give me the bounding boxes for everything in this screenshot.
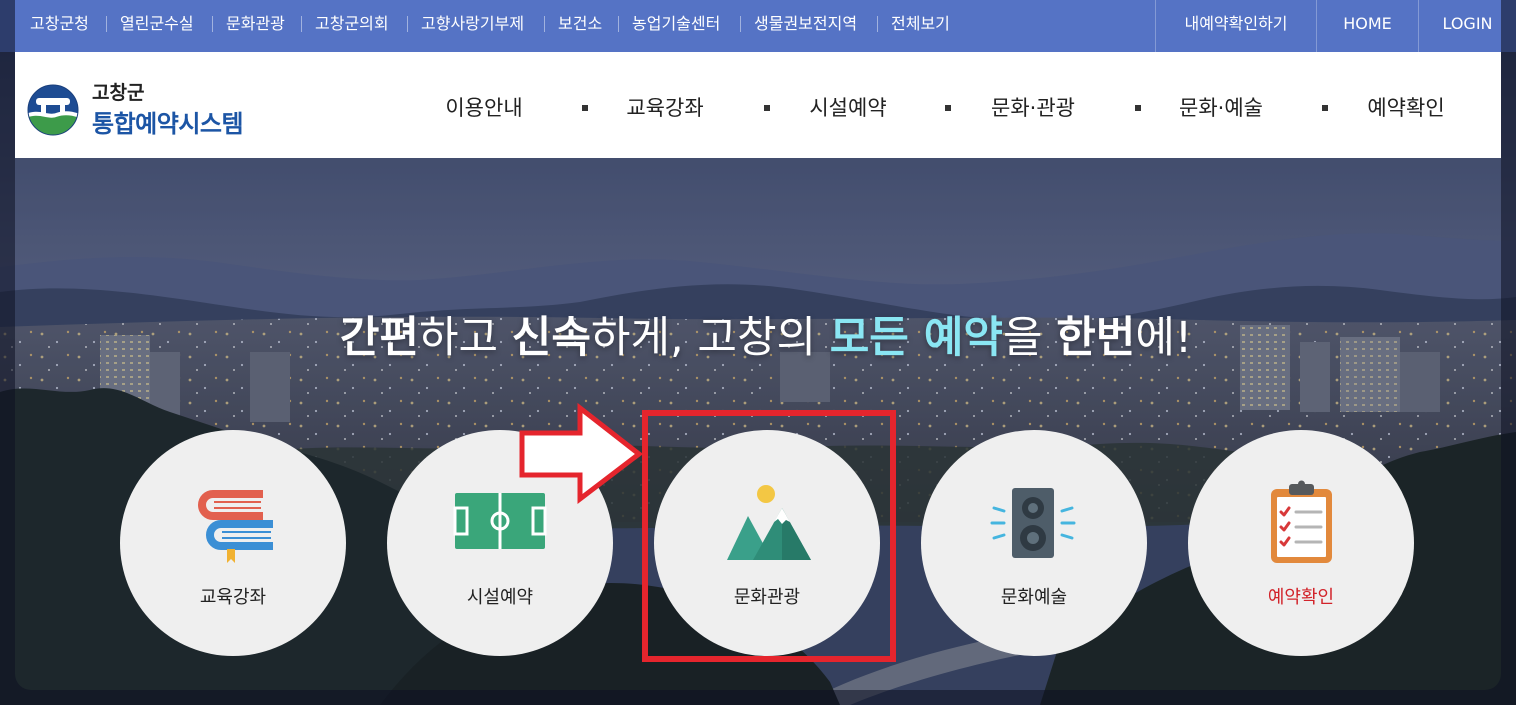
service-label: 문화관광	[733, 587, 801, 608]
login-link[interactable]: LOGIN	[1418, 0, 1516, 52]
headline-part: 신속	[511, 313, 591, 363]
headline-part: 을	[1002, 313, 1057, 363]
headline-part: 하고	[419, 313, 512, 363]
service-label: 문화예술	[1000, 587, 1068, 608]
top-link-biosphere-reserve[interactable]: 생물권보전지역	[739, 0, 857, 48]
clipboard-clip	[1289, 480, 1314, 495]
service-card-facility[interactable]: 시설예약	[387, 430, 613, 656]
top-link-culture-tourism[interactable]: 문화관광	[212, 0, 285, 48]
top-link-mayor-office[interactable]: 열린군수실	[106, 0, 194, 48]
headline-part: 에!	[1135, 313, 1193, 363]
headline-part: 간편	[339, 313, 419, 363]
my-reservation-link[interactable]: 내예약확인하기	[1155, 0, 1316, 52]
top-link-agri-tech-center[interactable]: 농업기술센터	[617, 0, 720, 48]
books-icon	[198, 490, 273, 563]
service-label: 예약확인	[1267, 587, 1335, 608]
service-label: 시설예약	[466, 587, 534, 608]
site-header: 고창군 통합예약시스템 이용안내 교육강좌 시설예약 문화·관광 문화·예술 예…	[15, 52, 1501, 158]
nav-item-culture-arts[interactable]: 문화·예술	[1179, 92, 1263, 124]
service-label: 교육강좌	[199, 587, 267, 608]
bookmark	[227, 549, 235, 563]
top-link-hometown-donation[interactable]: 고향사랑기부제	[406, 0, 524, 48]
clipboard-checklist-icon	[1271, 480, 1332, 563]
main-nav: 이용안내 교육강좌 시설예약 문화·관광 문화·예술 예약확인	[15, 52, 1501, 158]
nav-item-reservation-check[interactable]: 예약확인	[1367, 92, 1444, 124]
speaker-icon	[990, 488, 1076, 558]
red-book	[198, 490, 263, 520]
headline-part: 한번	[1056, 313, 1136, 363]
nav-separator	[764, 105, 770, 111]
nav-separator	[1135, 105, 1141, 111]
nav-separator	[1322, 105, 1328, 111]
nav-separator	[582, 105, 588, 111]
nav-item-guide[interactable]: 이용안내	[445, 92, 522, 124]
blue-book	[206, 520, 273, 550]
service-card-culture-tourism[interactable]: 문화관광	[654, 430, 880, 656]
headline-highlight: 모든 예약	[829, 313, 1003, 363]
sun	[757, 485, 775, 503]
big-mountain	[753, 508, 811, 560]
mountain-sun-icon	[727, 485, 811, 560]
top-utility-bar: 고창군청 열린군수실 문화관광 고창군의회 고향사랑기부제 보건소 농업기술센터…	[0, 0, 1516, 52]
service-card-education[interactable]: 교육강좌	[120, 430, 346, 656]
top-link-county-council[interactable]: 고창군의회	[301, 0, 389, 48]
hero-headline: 간편하고 신속하게, 고창의 모든 예약을 한번에!	[20, 310, 1512, 366]
nav-item-culture-tourism[interactable]: 문화·관광	[991, 92, 1075, 124]
reservation-home-page: 고창군청 열린군수실 문화관광 고창군의회 고향사랑기부제 보건소 농업기술센터…	[0, 0, 1516, 705]
top-link-county-office[interactable]: 고창군청	[30, 0, 89, 48]
nav-item-facility[interactable]: 시설예약	[809, 92, 886, 124]
sports-field-icon	[453, 493, 547, 549]
service-shortcuts: 교육강좌 시설예약 문화관광 문화예술 예약확인	[0, 430, 1516, 656]
home-link[interactable]: HOME	[1316, 0, 1418, 52]
top-link-health-center[interactable]: 보건소	[543, 0, 602, 48]
service-card-reservation-check[interactable]: 예약확인	[1188, 430, 1414, 656]
headline-part: 하게, 고창의	[590, 313, 830, 363]
speaker-body	[1012, 488, 1054, 558]
service-card-culture-arts[interactable]: 문화예술	[921, 430, 1147, 656]
nav-separator	[945, 105, 951, 111]
nav-item-education[interactable]: 교육강좌	[626, 92, 703, 124]
top-link-view-all[interactable]: 전체보기	[877, 0, 950, 48]
